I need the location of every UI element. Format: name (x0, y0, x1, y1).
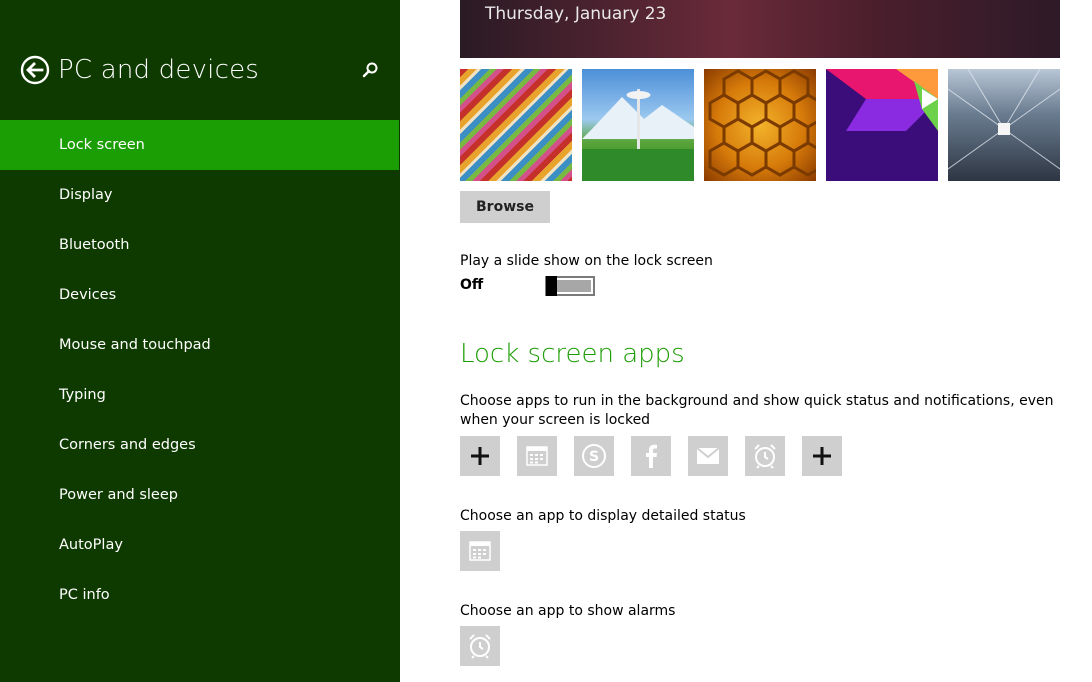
sidebar-item-display[interactable]: Display (0, 170, 399, 220)
lock-screen-apps-title: Lock screen apps (460, 339, 685, 369)
lock-screen-apps-description: Choose apps to run in the background and… (460, 393, 1054, 428)
lock-screen-app-tiles: S (460, 436, 1060, 476)
background-thumbnail-1[interactable] (460, 69, 572, 181)
search-icon[interactable] (360, 60, 380, 80)
back-arrow-icon[interactable] (20, 55, 50, 85)
background-thumbnail-2[interactable] (582, 69, 694, 181)
detailed-status-app-tile[interactable] (460, 531, 500, 571)
alarm-app-label: Choose an app to show alarms (460, 603, 676, 619)
sidebar-item-typing[interactable]: Typing (0, 370, 399, 420)
alarm-app-tile[interactable] (745, 436, 785, 476)
add-app-tile-2[interactable] (802, 436, 842, 476)
preview-date: Thursday, January 23 (485, 4, 667, 24)
alarm-app-selection-tile[interactable] (460, 626, 500, 666)
alarm-icon (469, 634, 491, 659)
calendar-icon (469, 541, 491, 561)
sidebar-item-corners-edges[interactable]: Corners and edges (0, 420, 399, 470)
space-needle-image (582, 89, 694, 181)
background-thumbnail-4[interactable] (826, 69, 938, 181)
lock-screen-preview: Thursday, January 23 (460, 0, 1060, 58)
sidebar-item-devices[interactable]: Devices (0, 270, 399, 320)
detailed-status-label: Choose an app to display detailed status (460, 508, 746, 524)
geometric-image (826, 69, 938, 131)
mail-app-tile[interactable] (688, 436, 728, 476)
sidebar: PC and devices Lock screen Display Bluet… (0, 0, 400, 682)
sidebar-nav: Lock screen Display Bluetooth Devices Mo… (0, 120, 399, 620)
browse-button[interactable]: Browse (460, 191, 550, 223)
calendar-app-tile[interactable] (517, 436, 557, 476)
calendar-icon (526, 446, 548, 466)
sidebar-header: PC and devices (20, 52, 390, 88)
background-thumbnails (460, 69, 1060, 181)
background-thumbnail-3[interactable] (704, 69, 816, 181)
background-thumbnail-5[interactable] (948, 69, 1060, 181)
toggle-knob[interactable] (546, 276, 557, 296)
honeycomb-image (708, 69, 816, 177)
slideshow-label: Play a slide show on the lock screen (460, 253, 713, 269)
skype-icon: S (582, 444, 606, 468)
sidebar-item-autoplay[interactable]: AutoPlay (0, 520, 399, 570)
mail-icon (696, 447, 720, 464)
sidebar-item-mouse-touchpad[interactable]: Mouse and touchpad (0, 320, 399, 370)
alarm-icon (754, 444, 776, 469)
add-app-tile-1[interactable] (460, 436, 500, 476)
skype-app-tile[interactable]: S (574, 436, 614, 476)
main-content: Thursday, January 23 Browse Play a slide… (460, 0, 1060, 682)
slideshow-state: Off (460, 277, 484, 293)
page-title: PC and devices (58, 55, 260, 85)
facebook-app-tile[interactable] (631, 436, 671, 476)
toggle-track (557, 280, 591, 292)
svg-text:S: S (589, 449, 599, 465)
sidebar-item-lock-screen[interactable]: Lock screen (0, 120, 399, 170)
sidebar-item-power-sleep[interactable]: Power and sleep (0, 470, 399, 520)
tunnel-image (948, 69, 1060, 170)
add-icon (471, 447, 489, 465)
facebook-icon (646, 444, 657, 468)
sidebar-item-pc-info[interactable]: PC info (0, 570, 399, 620)
sidebar-item-bluetooth[interactable]: Bluetooth (0, 220, 399, 270)
add-icon (813, 447, 831, 465)
slideshow-toggle[interactable] (545, 276, 595, 296)
